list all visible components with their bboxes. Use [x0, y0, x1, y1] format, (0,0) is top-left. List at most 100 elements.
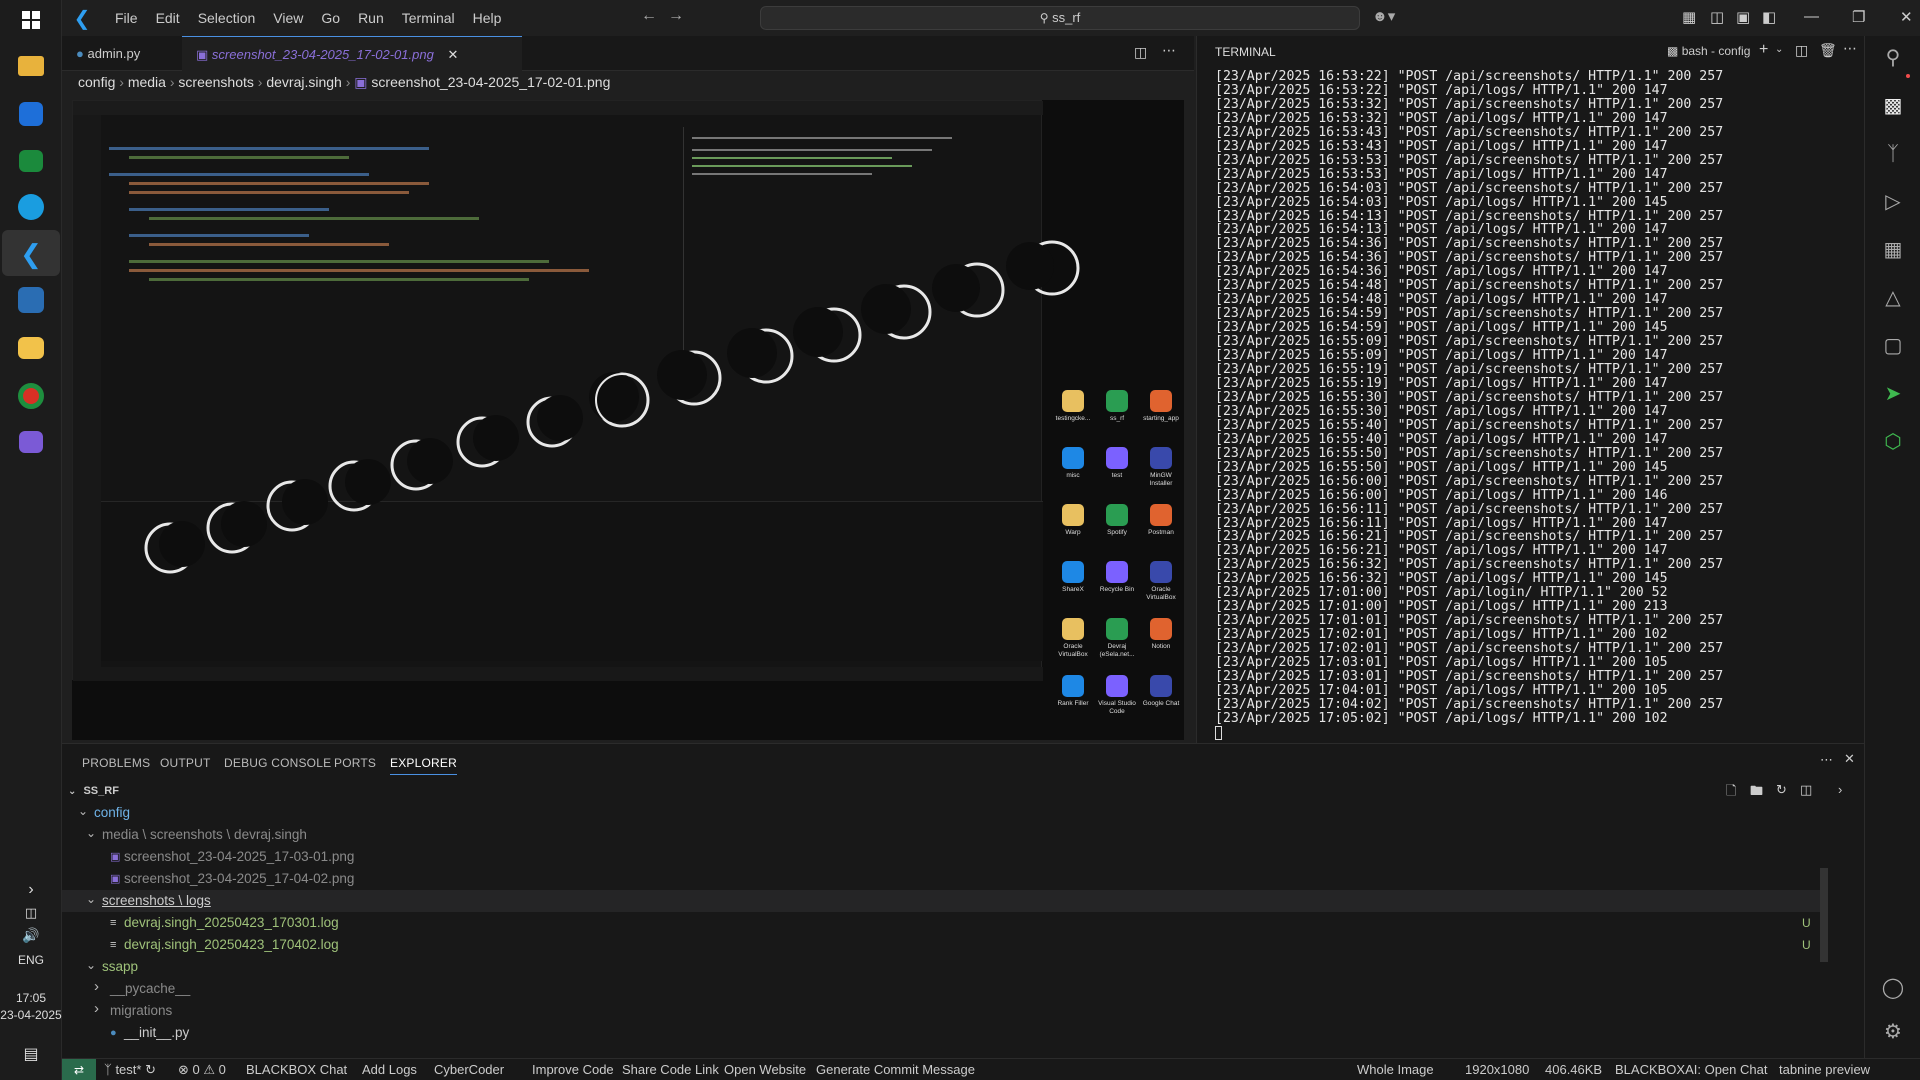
tree-item[interactable]: › __pycache__	[62, 978, 1822, 1000]
breadcrumb-item[interactable]: screenshot_23-04-2025_17-02-01.png	[371, 74, 610, 90]
status-item[interactable]: Whole Image	[1357, 1062, 1434, 1077]
git-branch[interactable]: ᛉ test* ↻	[104, 1062, 156, 1078]
nav-forward-icon[interactable]: →	[668, 7, 684, 25]
terminal-dropdown-icon[interactable]: ⌄	[1775, 44, 1783, 55]
tab-admin-py[interactable]: ● admin.py	[62, 36, 182, 71]
vscode-icon[interactable]: ❮	[15, 238, 47, 270]
toggle-sidebar-icon[interactable]: ◫	[1710, 8, 1724, 26]
app-icon[interactable]	[19, 431, 43, 453]
more-actions-icon[interactable]: ⋯	[1162, 42, 1176, 59]
input-language[interactable]: ENG	[0, 953, 62, 967]
status-item[interactable]: CyberCoder	[434, 1062, 504, 1077]
run-debug-icon[interactable]: ▷	[1881, 190, 1905, 214]
remote-indicator-icon[interactable]: ⇄	[62, 1059, 96, 1080]
breadcrumb-item[interactable]: media	[128, 74, 166, 90]
tree-item[interactable]: ● __init__.py	[62, 1022, 1822, 1044]
chevron-right-icon[interactable]: ›	[94, 976, 99, 998]
tab-explorer[interactable]: EXPLORER	[390, 756, 457, 775]
chat-icon[interactable]: ▢	[1881, 334, 1905, 358]
breadcrumb-item[interactable]: screenshots	[178, 74, 253, 90]
file-explorer-icon[interactable]	[18, 56, 44, 76]
terminal-view-icon[interactable]: ▩	[1881, 94, 1905, 118]
store-icon[interactable]	[19, 102, 43, 126]
chevron-down-icon[interactable]: ⌄	[86, 888, 96, 910]
tree-item[interactable]: ≡ devraj.singh_20250423_170402.log U	[62, 934, 1822, 956]
settings-gear-icon[interactable]: ⚙	[1881, 1020, 1905, 1044]
new-file-icon[interactable]: 🗋	[1726, 782, 1736, 804]
menu-run[interactable]: Run	[349, 10, 393, 26]
tab-debug-console[interactable]: DEBUG CONSOLE	[224, 756, 331, 770]
menu-help[interactable]: Help	[464, 10, 511, 26]
problems-count[interactable]: ⊗ 0 ⚠ 0	[178, 1062, 226, 1078]
extensions-icon[interactable]: ▦	[1881, 238, 1905, 262]
terminal-title[interactable]: TERMINAL	[1215, 45, 1276, 59]
layout-customize-icon[interactable]: ▦	[1682, 8, 1696, 26]
testing-icon[interactable]: △	[1881, 286, 1905, 310]
status-item[interactable]: Share Code Link	[622, 1062, 719, 1077]
status-item[interactable]: tabnine preview	[1779, 1062, 1870, 1077]
close-tab-icon[interactable]: ✕	[447, 47, 458, 62]
toggle-panel-icon[interactable]: ▣	[1736, 8, 1750, 26]
breadcrumb-item[interactable]: config	[78, 74, 115, 90]
status-item[interactable]: Open Website	[724, 1062, 806, 1077]
status-item[interactable]: BLACKBOXAI: Open Chat	[1615, 1062, 1767, 1077]
tree-item[interactable]: ≡ devraj.singh_20250423_170301.log U	[62, 912, 1822, 934]
refresh-icon[interactable]: ↻	[1776, 782, 1787, 798]
split-terminal-icon[interactable]: ◫	[1795, 42, 1808, 59]
menu-terminal[interactable]: Terminal	[393, 10, 464, 26]
menu-go[interactable]: Go	[312, 10, 349, 26]
status-item[interactable]: 1920x1080	[1465, 1062, 1529, 1077]
collapse-all-icon[interactable]: ◫	[1800, 782, 1812, 798]
tree-item[interactable]: ⌄ ssapp	[62, 956, 1822, 978]
scroll-right-icon[interactable]: ›	[1838, 782, 1842, 797]
menu-file[interactable]: File	[106, 10, 147, 26]
windows-start-icon[interactable]	[15, 4, 47, 36]
breadcrumb-item[interactable]: devraj.singh	[266, 74, 342, 90]
status-item[interactable]: Add Logs	[362, 1062, 417, 1077]
clock-date[interactable]: 23-04-2025	[0, 1008, 62, 1022]
tree-item[interactable]: ▣ screenshot_23-04-2025_17-04-02.png	[62, 868, 1822, 890]
tree-scrollbar[interactable]	[1820, 868, 1828, 962]
menu-selection[interactable]: Selection	[189, 10, 265, 26]
vs-installer-icon[interactable]	[18, 287, 44, 313]
tab-ports[interactable]: PORTS	[334, 756, 376, 770]
status-item[interactable]: Generate Commit Message	[816, 1062, 975, 1077]
new-terminal-icon[interactable]: +	[1759, 41, 1768, 59]
chevron-down-icon[interactable]: ⌄	[78, 802, 88, 822]
search-icon[interactable]: ⚲	[1881, 46, 1905, 70]
terminal-output[interactable]: [23/Apr/2025 16:53:22] "POST /api/screen…	[1215, 70, 1723, 726]
tree-item[interactable]: ▣ screenshot_23-04-2025_17-03-01.png	[62, 846, 1822, 868]
tree-item[interactable]: ⌄ config	[62, 802, 1822, 824]
chevron-right-icon[interactable]: ›	[94, 998, 99, 1020]
teams-icon[interactable]	[19, 150, 43, 172]
volume-icon[interactable]: 🔊	[15, 919, 47, 951]
split-editor-icon[interactable]: ◫	[1134, 44, 1147, 61]
explorer-root[interactable]: ⌄ SS_RF	[62, 780, 1822, 802]
clock-time[interactable]: 17:05	[0, 991, 62, 1005]
status-item[interactable]: BLACKBOX Chat	[246, 1062, 347, 1077]
source-control-icon[interactable]: ᛉ	[1881, 142, 1905, 166]
nav-back-icon[interactable]: ←	[641, 7, 657, 25]
kill-terminal-icon[interactable]: 🗑	[1819, 42, 1837, 59]
tab-output[interactable]: OUTPUT	[160, 756, 211, 770]
lightning-icon[interactable]: ➤	[1881, 382, 1905, 406]
chevron-down-icon[interactable]: ⌄	[86, 822, 96, 844]
toggle-secondary-sidebar-icon[interactable]: ◧	[1762, 8, 1776, 26]
menu-view[interactable]: View	[264, 10, 312, 26]
close-window-icon[interactable]: ✕	[1900, 8, 1913, 26]
folder-icon[interactable]	[18, 337, 44, 359]
new-folder-icon[interactable]: 🖿	[1750, 782, 1763, 804]
status-item[interactable]: 406.46KB	[1545, 1062, 1602, 1077]
tab-screenshot-png[interactable]: ▣ screenshot_23-04-2025_17-02-01.png ✕	[182, 36, 522, 71]
panel-more-icon[interactable]: ⋯	[1820, 752, 1833, 768]
chevron-down-icon[interactable]: ⌄	[86, 954, 96, 976]
notification-icon[interactable]: ▤	[15, 1038, 47, 1070]
minimize-icon[interactable]: —	[1804, 8, 1819, 25]
copilot-icon[interactable]: ☻▾	[1372, 7, 1395, 25]
cube-icon[interactable]: ⬡	[1881, 430, 1905, 454]
terminal-more-icon[interactable]: ⋯	[1843, 40, 1857, 57]
edge-icon[interactable]	[18, 194, 44, 220]
image-preview[interactable]: testingcke... ss_rf starting_app misc test Mi…	[72, 100, 1184, 740]
tree-item[interactable]: ⌄ screenshots \ logs	[62, 890, 1822, 912]
terminal-shell-selector[interactable]: ▩ bash - config	[1667, 44, 1750, 58]
